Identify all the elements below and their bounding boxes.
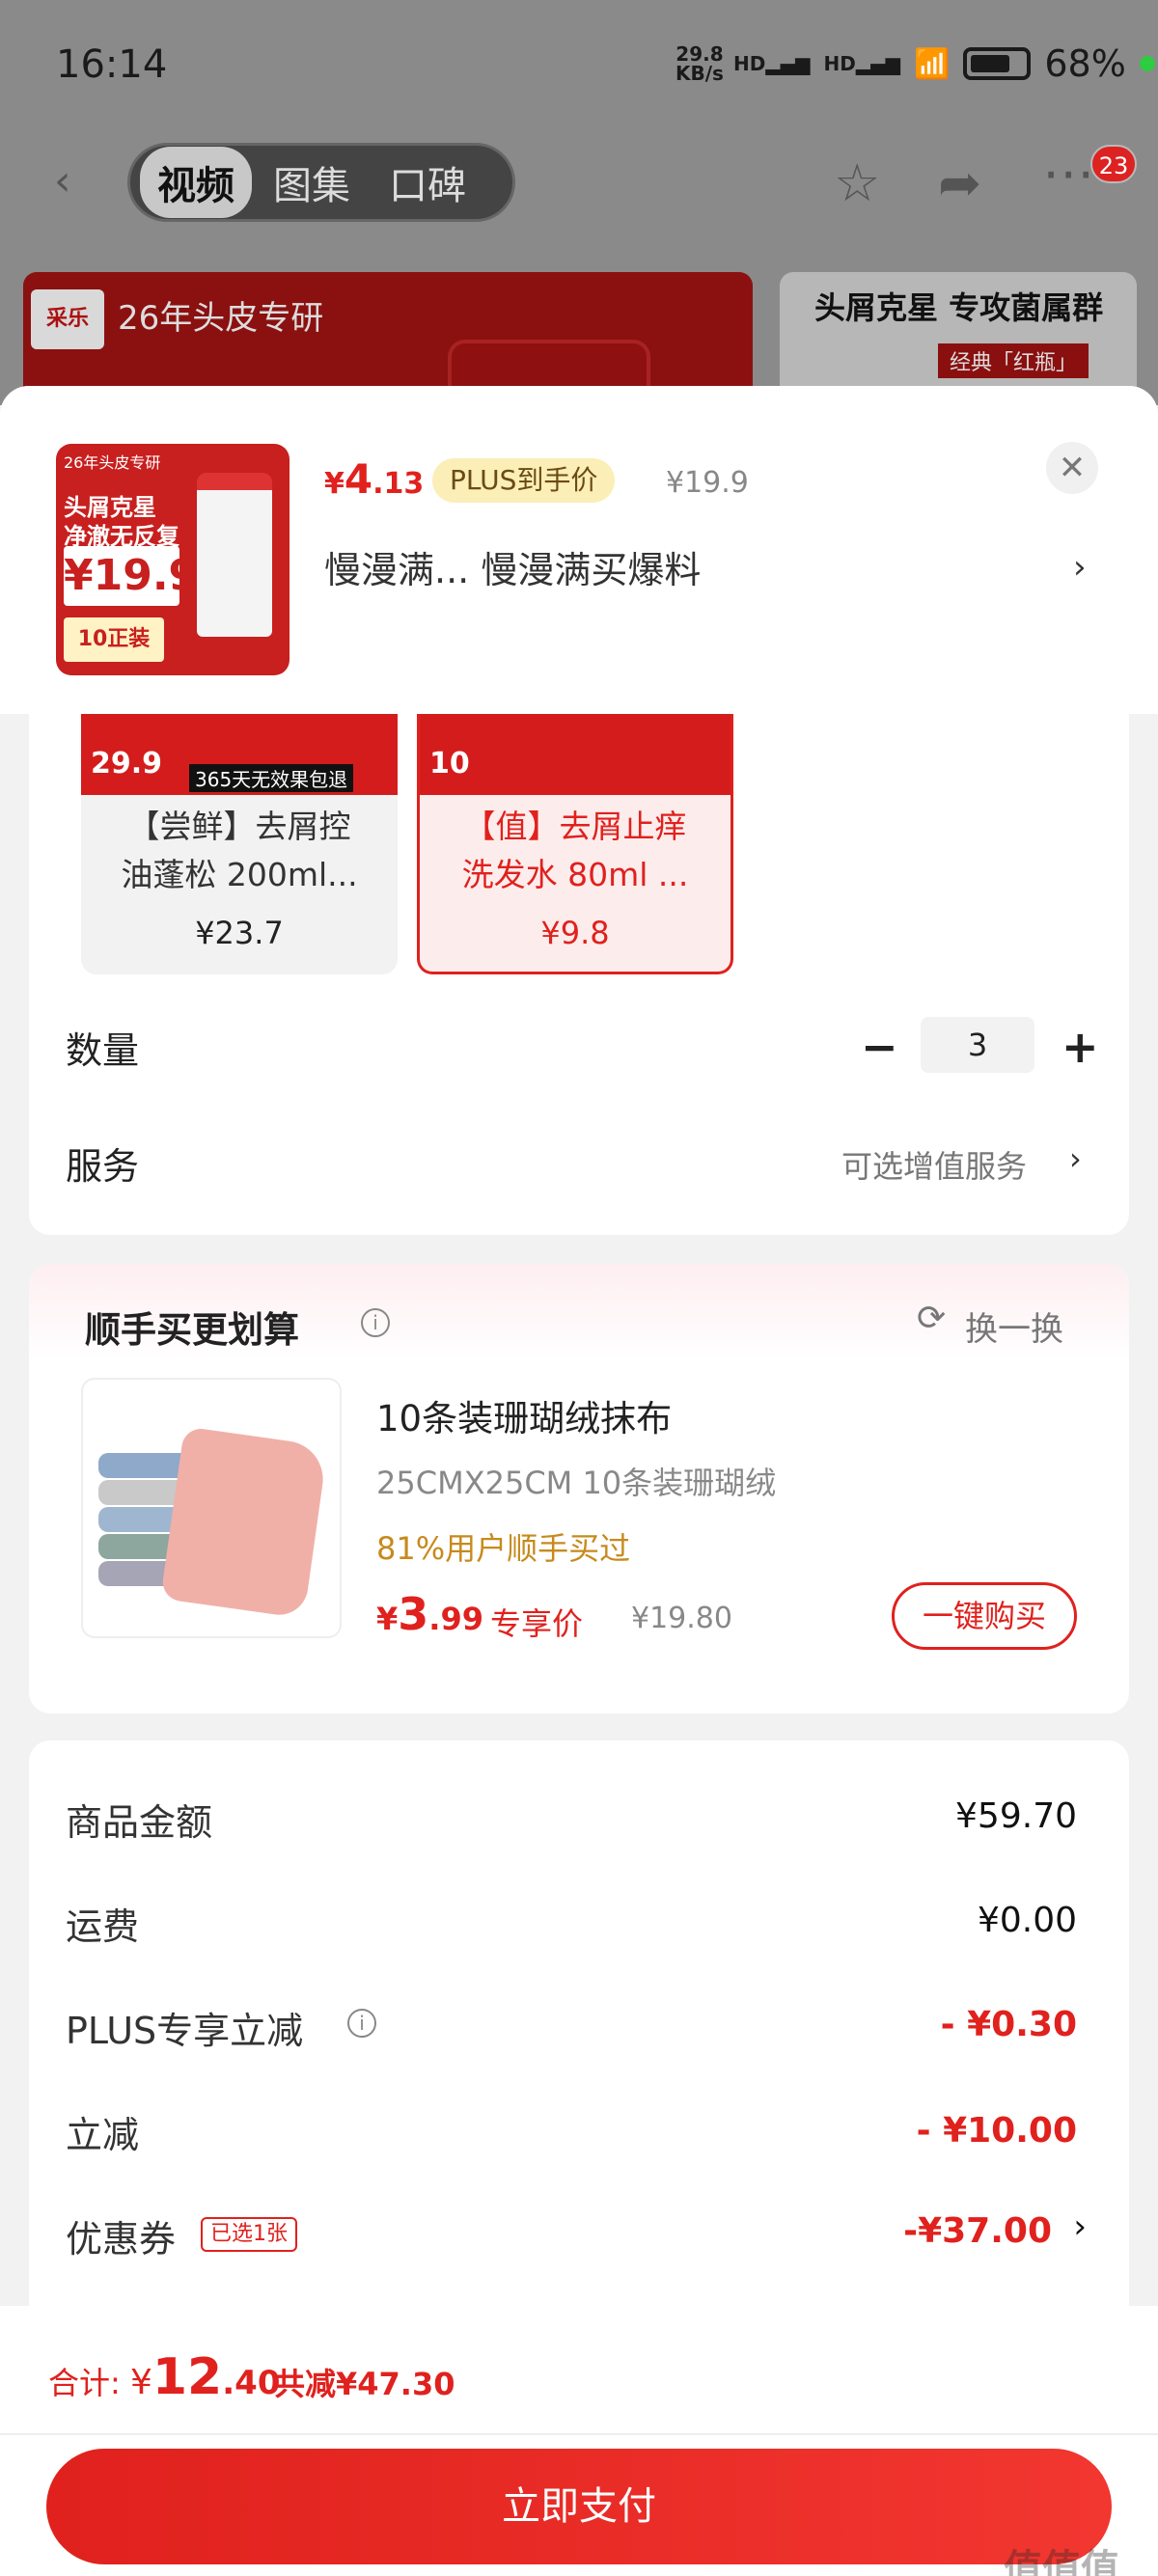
service-label: 服务 [66,1145,140,1188]
brand-logo: 采乐 [31,289,104,349]
product-description[interactable]: 慢漫满... 慢漫满买爆料 [324,540,701,593]
more-icon[interactable]: ⋯ [1042,143,1094,204]
fee-label: PLUS专享立减 [66,2010,304,2052]
fee-summary: 商品金额 ¥59.70 运费 ¥0.00 PLUS专享立减 i - ¥0.30 … [29,1740,1129,2319]
fee-label: 立减 [66,2114,140,2156]
option-image: 10 [420,714,731,795]
option-image: 29.9 365天无效果包退 [81,714,398,795]
option-price: ¥23.7 [195,915,284,951]
status-icons: HD▂▄▆ HD▂▄▆ 📶 68% [733,42,1155,85]
recommend-price-tag: 专享价 [490,1605,584,1642]
option-price: ¥9.8 [540,915,610,951]
recommend-title: 顺手买更划算 [85,1309,299,1351]
total-price: 合计: ¥12.40 [48,2348,281,2406]
star-icon[interactable]: ☆ [834,152,880,213]
status-time: 16:14 [56,42,168,87]
fee-value: ¥0.00 [977,1901,1077,1940]
refresh-button[interactable]: 换一换 [965,1302,1063,1350]
info-icon[interactable]: i [361,1308,390,1337]
pay-now-button[interactable]: 立即支付 [46,2449,1112,2564]
purchase-sheet: 26年头皮专研 头屑克星 净澈无反复 ¥19.9 10正装 ¥4.13 PLUS… [0,386,1158,2576]
recommend-stat: 81%用户顺手买过 [376,1530,631,1567]
one-click-buy-button[interactable]: 一键购买 [892,1582,1077,1650]
product-thumbnail: 26年头皮专研 头屑克星 净澈无反复 ¥19.9 10正装 [56,444,290,675]
tab-gallery[interactable]: 图集 [256,147,368,218]
coupon-chip: 已选1张 [201,2217,297,2252]
option-card-selected[interactable]: 10 【值】去屑止痒 洗发水 80ml ... ¥9.8 [417,714,733,974]
tab-video[interactable]: 视频 [140,147,252,218]
option-name: 【尝鲜】去屑控 油蓬松 200ml... [121,808,358,893]
checkout-bar: 合计: ¥12.40 共减¥47.30 立即支付 [0,2306,1158,2576]
chevron-right-icon[interactable]: › [1069,1140,1082,1177]
fee-label: 商品金额 [66,1801,213,1844]
spec-card: 29.9 365天无效果包退 【尝鲜】去屑控 油蓬松 200ml... ¥23.… [29,714,1129,1235]
net-speed: 29.8 KB/s [676,42,724,85]
quantity-minus-button[interactable]: − [861,1021,898,1073]
chevron-right-icon[interactable]: › [1073,548,1087,587]
battery-percent: 68% [1044,42,1126,85]
coupon-label: 优惠券 [66,2218,177,2261]
option-card[interactable]: 29.9 365天无效果包退 【尝鲜】去屑控 油蓬松 200ml... ¥23.… [81,714,398,974]
banner-text: 26年头皮专研 [118,299,324,338]
total-saved: 共减¥47.30 [274,2366,455,2402]
quantity-plus-button[interactable]: + [1062,1021,1099,1073]
banner-card-2-tag: 经典「红瓶」 [938,343,1089,378]
notification-badge: 23 [1090,145,1137,183]
media-tabs: 视频 图集 口碑 [127,143,515,222]
bottle-image [197,473,272,637]
recommend-spec: 25CMX25CM 10条装珊瑚绒 [376,1465,777,1501]
status-dot [1139,56,1155,71]
plus-price-chip: PLUS到手价 [432,458,616,503]
sheet-header: 26年头皮专研 头屑克星 净澈无反复 ¥19.9 10正装 ¥4.13 PLUS… [0,386,1158,714]
wifi-icon: 📶 [914,46,951,81]
background-page: 16:14 29.8 KB/s HD▂▄▆ HD▂▄▆ 📶 68% ‹ 视频 图… [0,0,1158,407]
plus-price: ¥4.13 [324,455,425,503]
close-icon[interactable]: ✕ [1046,442,1098,494]
signal-icon-2: HD▂▄▆ [823,52,901,75]
towel-image[interactable] [81,1378,342,1638]
quantity-label: 数量 [66,1029,140,1072]
recommend-name[interactable]: 10条装珊瑚绒抹布 [376,1389,672,1441]
fee-value: - ¥10.00 [916,2111,1077,2151]
quantity-input[interactable]: 3 [921,1017,1034,1073]
back-icon[interactable]: ‹ [54,160,89,203]
tab-reviews[interactable]: 口碑 [372,147,483,218]
info-icon[interactable]: i [347,2009,376,2038]
share-icon[interactable]: ➦ [938,152,981,213]
option-name: 【值】去屑止痒 洗发水 80ml ... [461,808,689,893]
chevron-right-icon[interactable]: › [1073,2207,1087,2246]
recommend-price: ¥3.99 [376,1588,483,1640]
original-price: ¥19.9 [666,466,749,500]
refresh-icon[interactable]: ⟳ [917,1299,946,1338]
recommend-original-price: ¥19.80 [631,1602,732,1635]
fee-value: ¥59.70 [955,1796,1077,1836]
recommend-card: 顺手买更划算 i ⟳ 换一换 10条装珊瑚绒抹布 25CMX25CM 10条装珊… [29,1264,1129,1713]
service-value[interactable]: 可选增值服务 [841,1142,1027,1187]
fee-value: - ¥0.30 [940,2005,1077,2044]
status-bar: 16:14 29.8 KB/s HD▂▄▆ HD▂▄▆ 📶 68% [0,0,1158,130]
fee-label: 运费 [66,1905,140,1948]
signal-icon: HD▂▄▆ [733,52,811,75]
top-nav: ‹ 视频 图集 口碑 ☆ ➦ ⋯ [0,143,1158,222]
coupon-value[interactable]: -¥37.00 [903,2211,1052,2251]
battery-icon [963,47,1032,80]
watermark-logo: 值值值 [1004,2547,1119,2576]
banner-card-2-text: 头屑克星 专攻菌属群 [814,289,1104,326]
